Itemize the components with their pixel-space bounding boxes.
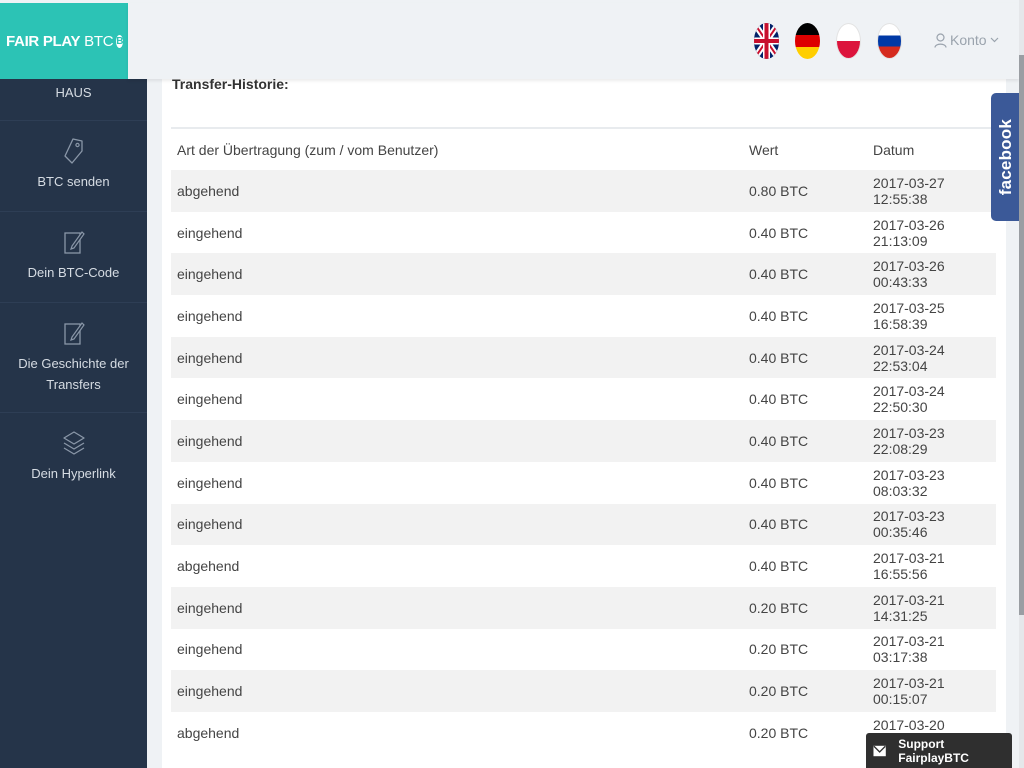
sidebar-item-label: HAUS <box>55 85 92 100</box>
table-header-row: Art der Übertragung (zum / vom Benutzer)… <box>171 129 996 170</box>
table-row: eingehend 0.40 BTC 2017-03-26 21:13:09 <box>171 211 996 254</box>
sidebar-item-label: Dein Hyperlink <box>31 466 116 481</box>
cell-value: 0.40 BTC <box>749 307 809 324</box>
cell-value: 0.40 BTC <box>749 391 809 408</box>
cell-type: eingehend <box>177 224 243 241</box>
sidebar-item-hyperlink[interactable]: Dein Hyperlink <box>0 413 147 504</box>
tag-icon <box>63 138 83 164</box>
facebook-label: facebook <box>996 118 1015 196</box>
column-header-type: Art der Übertragung (zum / vom Benutzer) <box>177 141 439 158</box>
table-row: eingehend 0.40 BTC 2017-03-23 22:08:29 <box>171 420 996 462</box>
cell-value: 0.40 BTC <box>749 266 809 283</box>
cell-type: eingehend <box>177 391 243 408</box>
cell-type: eingehend <box>177 516 243 533</box>
table-row: eingehend 0.20 BTC 2017-03-21 14:31:25 <box>171 586 996 629</box>
transfer-history-panel: Transfer-Historie: Art der Übertragung (… <box>162 76 1006 768</box>
cell-date: 2017-03-27 12:55:38 <box>873 174 945 207</box>
cell-date: 2017-03-21 03:17:38 <box>873 633 945 666</box>
cell-value: 0.20 BTC <box>749 724 809 741</box>
table-row: eingehend 0.40 BTC 2017-03-24 22:50:30 <box>171 378 996 421</box>
layers-icon <box>62 431 85 455</box>
cell-type: eingehend <box>177 641 243 658</box>
cell-value: 0.40 BTC <box>749 224 809 241</box>
sidebar-item-transfer-history[interactable]: Die Geschichte der Transfers <box>0 303 147 413</box>
cell-type: eingehend <box>177 474 243 491</box>
brand-name: FAIR PLAY BTC <box>6 32 114 50</box>
sidebar-item-label: Die Geschichte der Transfers <box>18 356 129 392</box>
column-header-value: Wert <box>749 141 779 158</box>
column-header-date: Datum <box>873 141 915 158</box>
user-icon <box>934 32 947 48</box>
sidebar: HAUS BTC senden Dein BTC-Code Die Geschi… <box>0 79 147 768</box>
cell-type: abgehend <box>177 182 240 199</box>
cell-date: 2017-03-24 22:53:04 <box>873 341 945 374</box>
bitcoin-icon: B <box>116 34 124 48</box>
table-row: eingehend 0.40 BTC 2017-03-25 16:58:39 <box>171 295 996 337</box>
cell-date: 2017-03-25 16:58:39 <box>873 299 945 332</box>
cell-type: eingehend <box>177 307 243 324</box>
account-label: Konto <box>950 32 987 48</box>
cell-type: eingehend <box>177 683 243 700</box>
cell-date: 2017-03-21 16:55:56 <box>873 550 945 583</box>
cell-date: 2017-03-21 14:31:25 <box>873 591 945 624</box>
table-row: eingehend 0.40 BTC 2017-03-23 08:03:32 <box>171 461 996 504</box>
cell-date: 2017-03-21 00:15:07 <box>873 675 945 708</box>
cell-date: 2017-03-26 21:13:09 <box>873 216 945 249</box>
russian-flag-icon[interactable] <box>877 23 902 59</box>
brand-logo[interactable]: FAIR PLAY BTC B <box>0 3 147 79</box>
cell-type: eingehend <box>177 432 243 449</box>
cell-value: 0.20 BTC <box>749 641 809 658</box>
cell-date: 2017-03-23 22:08:29 <box>873 424 945 457</box>
scrollbar-thumb[interactable] <box>1019 55 1024 615</box>
english-flag-icon[interactable] <box>754 23 779 59</box>
cell-value: 0.40 BTC <box>749 432 809 449</box>
german-flag-icon[interactable] <box>795 23 820 59</box>
cell-type: eingehend <box>177 599 243 616</box>
top-header: Konto <box>128 3 1019 79</box>
cell-type: abgehend <box>177 724 240 741</box>
cell-type: eingehend <box>177 349 243 366</box>
support-chat-button[interactable]: Support FairplayBTC <box>866 733 1012 768</box>
sidebar-item-send-btc[interactable]: BTC senden <box>0 121 147 212</box>
account-menu[interactable]: Konto <box>934 32 999 48</box>
cell-date: 2017-03-23 00:35:46 <box>873 508 945 541</box>
sidebar-item-label: Dein BTC-Code <box>27 265 120 280</box>
cell-value: 0.20 BTC <box>749 599 809 616</box>
cell-value: 0.80 BTC <box>749 182 809 199</box>
cell-value: 0.20 BTC <box>749 683 809 700</box>
table-row: abgehend 0.80 BTC 2017-03-27 12:55:38 <box>171 170 996 212</box>
chevron-down-icon <box>990 37 999 43</box>
cell-date: 2017-03-24 22:50:30 <box>873 383 945 416</box>
facebook-tab[interactable]: facebook <box>991 93 1021 221</box>
cell-value: 0.40 BTC <box>749 474 809 491</box>
cell-type: eingehend <box>177 266 243 283</box>
cell-value: 0.40 BTC <box>749 349 809 366</box>
table-row: eingehend 0.40 BTC 2017-03-24 22:53:04 <box>171 336 996 379</box>
table-row: eingehend 0.40 BTC 2017-03-26 00:43:33 <box>171 253 996 296</box>
edit-icon <box>63 231 85 254</box>
edit-icon <box>63 322 85 345</box>
cell-value: 0.40 BTC <box>749 516 809 533</box>
sidebar-item-home[interactable]: HAUS <box>0 79 147 121</box>
cell-type: abgehend <box>177 558 240 575</box>
table-row: abgehend 0.40 BTC 2017-03-21 16:55:56 <box>171 545 996 587</box>
table-row: eingehend 0.40 BTC 2017-03-23 00:35:46 <box>171 503 996 546</box>
table-row: eingehend 0.20 BTC 2017-03-21 00:15:07 <box>171 670 996 712</box>
transfer-table: Art der Übertragung (zum / vom Benutzer)… <box>171 127 996 754</box>
sidebar-item-btc-code[interactable]: Dein BTC-Code <box>0 212 147 303</box>
cell-value: 0.40 BTC <box>749 558 809 575</box>
page-scrollbar[interactable] <box>1019 0 1024 768</box>
polish-flag-icon[interactable] <box>836 23 861 59</box>
support-label: Support FairplayBTC <box>898 736 969 765</box>
cell-date: 2017-03-26 00:43:33 <box>873 258 945 291</box>
cell-date: 2017-03-23 08:03:32 <box>873 466 945 499</box>
table-row: eingehend 0.20 BTC 2017-03-21 03:17:38 <box>171 628 996 671</box>
mail-icon <box>873 745 886 756</box>
sidebar-item-label: BTC senden <box>37 174 110 189</box>
